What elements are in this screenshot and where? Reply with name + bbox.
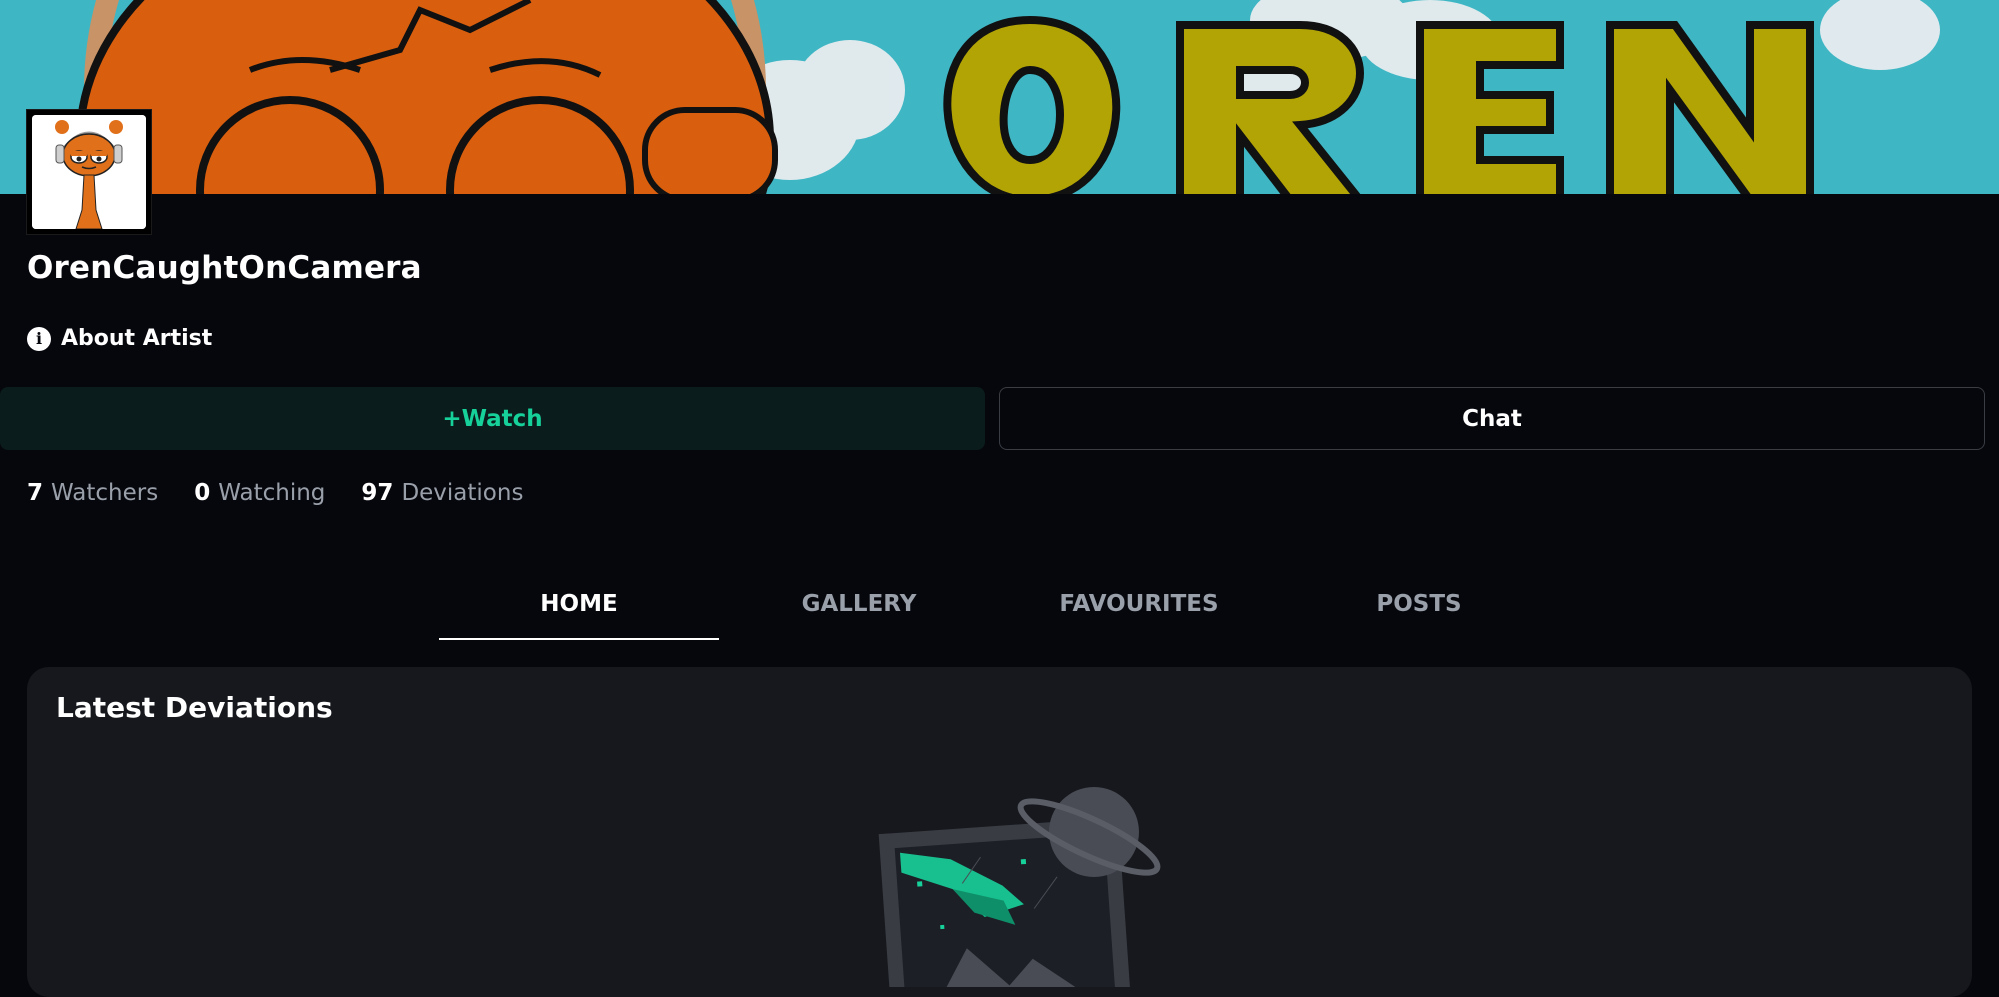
- stat-label: Watchers: [51, 480, 159, 506]
- avatar[interactable]: [27, 110, 151, 234]
- stat-watchers[interactable]: 7 Watchers: [27, 480, 158, 506]
- stat-deviations[interactable]: 97 Deviations: [361, 480, 523, 506]
- latest-deviations-title: Latest Deviations: [56, 691, 333, 724]
- about-artist-link[interactable]: i About Artist: [27, 326, 212, 351]
- banner-art: [0, 0, 1999, 194]
- profile-banner: [0, 0, 1999, 194]
- avatar-art: [32, 115, 146, 229]
- stat-label: Deviations: [401, 480, 524, 506]
- tab-posts[interactable]: POSTS: [1279, 568, 1559, 640]
- chat-button[interactable]: Chat: [999, 387, 1985, 450]
- tab-home[interactable]: HOME: [439, 568, 719, 640]
- empty-state-illustration: [864, 787, 1164, 997]
- avatar-image: [32, 115, 146, 229]
- profile-stats: 7 Watchers 0 Watching 97 Deviations: [27, 480, 523, 506]
- watch-button[interactable]: +Watch: [0, 387, 985, 450]
- profile-tabs: HOME GALLERY FAVOURITES POSTS: [439, 568, 1559, 640]
- stat-value: 7: [27, 480, 44, 506]
- stat-value: 0: [194, 480, 211, 506]
- stat-value: 97: [361, 480, 394, 506]
- stat-watching[interactable]: 0 Watching: [194, 480, 325, 506]
- info-icon: i: [27, 326, 51, 351]
- tab-favourites[interactable]: FAVOURITES: [999, 568, 1279, 640]
- username: OrenCaughtOnCamera: [27, 250, 422, 286]
- tab-gallery[interactable]: GALLERY: [719, 568, 999, 640]
- planet-frame-illustration: [878, 787, 1161, 997]
- latest-deviations-card: Latest Deviations: [27, 667, 1972, 997]
- stat-label: Watching: [218, 480, 326, 506]
- about-artist-label: About Artist: [61, 326, 213, 351]
